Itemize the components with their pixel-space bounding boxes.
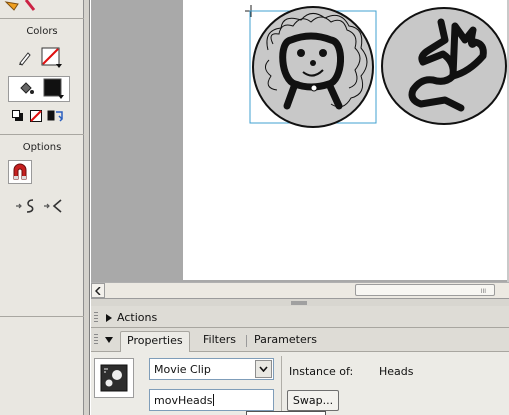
dropdown-button[interactable] bbox=[255, 360, 272, 378]
stroke-color-tool[interactable] bbox=[14, 47, 36, 69]
symbol-type-value: Movie Clip bbox=[154, 363, 211, 376]
tooltip-edge bbox=[246, 411, 326, 415]
panel-divider[interactable] bbox=[91, 298, 509, 306]
colors-heading: Colors bbox=[26, 26, 58, 37]
properties-panel-tabbar: Properties Filters Parameters bbox=[91, 328, 509, 352]
collapse-arrow-icon[interactable] bbox=[105, 337, 113, 343]
divider-handle[interactable] bbox=[291, 301, 307, 305]
divider bbox=[0, 134, 84, 135]
tab-separator bbox=[246, 335, 247, 347]
tab-filters[interactable]: Filters bbox=[203, 333, 236, 346]
properties-panel-body: Movie Clip movHeads Instance of: Heads S… bbox=[91, 352, 509, 415]
stroke-color-swatch[interactable] bbox=[40, 46, 64, 70]
tab-properties[interactable]: Properties bbox=[120, 331, 190, 352]
stage-horizontal-scrollbar[interactable]: III bbox=[91, 282, 509, 298]
snap-to-objects-magnet-icon bbox=[13, 163, 27, 180]
instance-of-label: Instance of: bbox=[289, 365, 354, 378]
black-and-white-icon bbox=[12, 110, 23, 121]
no-stroke-color-swatch-icon bbox=[41, 47, 62, 68]
panel-separator bbox=[281, 356, 282, 412]
panel-gripper[interactable] bbox=[94, 334, 98, 345]
no-color-icon bbox=[30, 110, 42, 122]
black-fill-swatch-icon[interactable] bbox=[43, 78, 65, 100]
smooth-button[interactable] bbox=[14, 196, 40, 216]
symbol-type-select[interactable]: Movie Clip bbox=[149, 358, 274, 380]
straighten-button[interactable] bbox=[42, 196, 68, 216]
pencil-stroke-color-icon bbox=[19, 52, 31, 66]
divider bbox=[0, 316, 84, 317]
swap-colors-button[interactable] bbox=[46, 108, 64, 124]
straighten-icon bbox=[44, 199, 62, 213]
black-and-white-button[interactable] bbox=[10, 108, 26, 124]
swap-colors-icon bbox=[47, 110, 63, 122]
scroll-left-button[interactable] bbox=[91, 283, 105, 298]
expand-arrow-icon[interactable] bbox=[106, 314, 112, 322]
tools-panel: Colors Options bbox=[0, 0, 84, 415]
text-caret bbox=[213, 394, 215, 406]
scrollbar-thumb[interactable]: III bbox=[355, 284, 495, 296]
tools-panel-edge bbox=[84, 0, 90, 415]
flash-authoring-window: Colors Options III Actions Properties Fi… bbox=[0, 0, 509, 415]
options-heading: Options bbox=[22, 142, 62, 153]
stage[interactable] bbox=[183, 0, 509, 280]
stage-artwork bbox=[245, 5, 507, 128]
no-color-button[interactable] bbox=[28, 108, 44, 124]
instance-of-value: Heads bbox=[379, 365, 414, 378]
actions-panel-title: Actions bbox=[117, 311, 158, 324]
instance-name-value: movHeads bbox=[154, 394, 213, 407]
smooth-icon bbox=[16, 199, 34, 213]
swap-button[interactable]: Swap... bbox=[287, 390, 339, 411]
head-face-graphic[interactable] bbox=[252, 6, 374, 128]
movie-clip-icon bbox=[100, 364, 128, 392]
divider bbox=[0, 18, 84, 19]
panel-gripper[interactable] bbox=[94, 312, 98, 323]
paint-bucket-fill-color-icon bbox=[20, 82, 34, 94]
tool-icons-partial[interactable] bbox=[2, 0, 42, 14]
movie-clip-symbol-icon bbox=[94, 358, 134, 398]
chevron-down-icon bbox=[259, 366, 268, 372]
chevron-left-icon bbox=[95, 286, 101, 295]
tab-parameters[interactable]: Parameters bbox=[254, 333, 317, 346]
snap-to-objects-button[interactable] bbox=[8, 160, 32, 184]
scrollbar-grip: III bbox=[480, 288, 486, 295]
actions-panel-header[interactable]: Actions bbox=[91, 306, 509, 328]
head-kangaroo-graphic[interactable] bbox=[381, 7, 507, 125]
instance-name-field[interactable]: movHeads bbox=[149, 389, 274, 411]
fill-color-row[interactable] bbox=[8, 76, 70, 102]
